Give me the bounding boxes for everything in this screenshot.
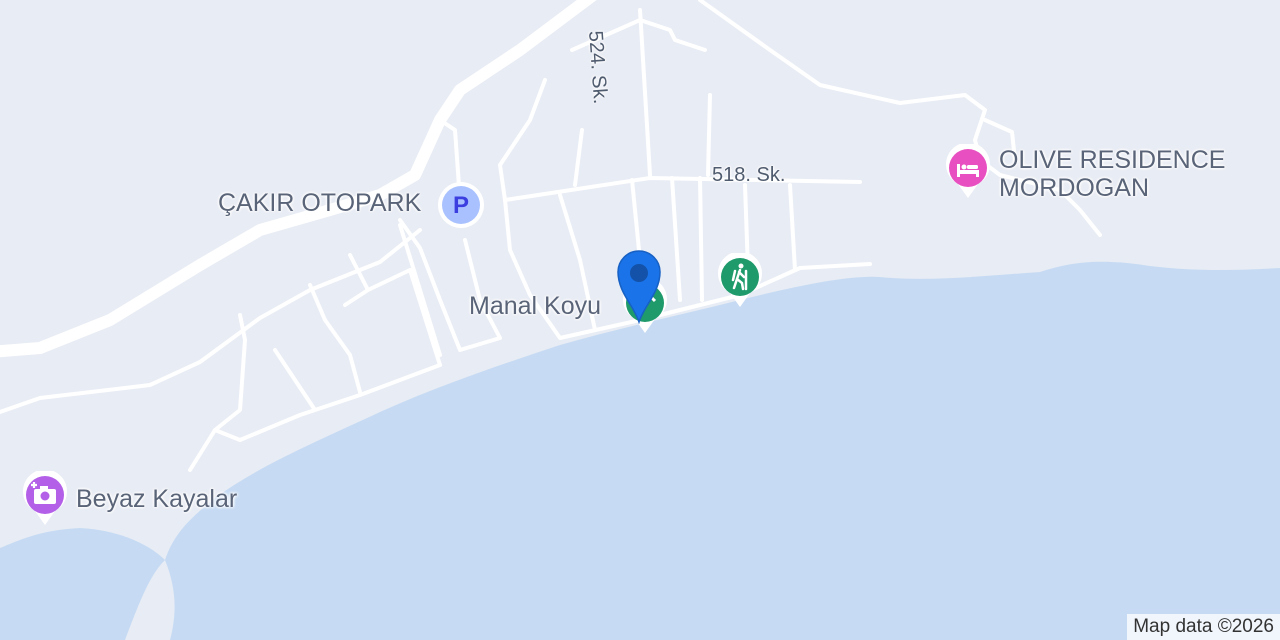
poi-label-cakir-otopark[interactable]: ÇAKIR OTOPARK (218, 189, 421, 217)
poi-cakir-otopark[interactable]: P (436, 180, 486, 235)
map-attribution: Map data ©2026 (1127, 614, 1280, 640)
poi-label-olive-residence[interactable]: OLIVE RESIDENCE MORDOGAN (999, 146, 1225, 202)
street-label-518: 518. Sk. (712, 164, 786, 186)
poi-hiking-trail[interactable] (715, 251, 765, 314)
poi-label-olive-line2: MORDOGAN (999, 174, 1149, 202)
map-canvas[interactable]: 524. Sk. 518. Sk. ÇAKIR OTOPARK P Manal … (0, 0, 1280, 640)
hotel-icon (946, 142, 990, 198)
svg-text:P: P (453, 192, 469, 219)
camera-icon (23, 469, 67, 525)
poi-beyaz-kayalar[interactable] (20, 469, 70, 532)
parking-icon: P (438, 182, 484, 228)
bay-area (0, 542, 132, 640)
selected-location-marker[interactable] (612, 244, 666, 329)
poi-label-olive-line1: OLIVE RESIDENCE (999, 146, 1226, 174)
poi-olive-residence[interactable] (943, 142, 993, 205)
location-pin-icon (617, 250, 661, 325)
poi-label-beyaz-kayalar[interactable]: Beyaz Kayalar (76, 485, 237, 513)
poi-label-manal-koyu[interactable]: Manal Koyu (469, 292, 601, 320)
hiking-icon (718, 251, 762, 307)
